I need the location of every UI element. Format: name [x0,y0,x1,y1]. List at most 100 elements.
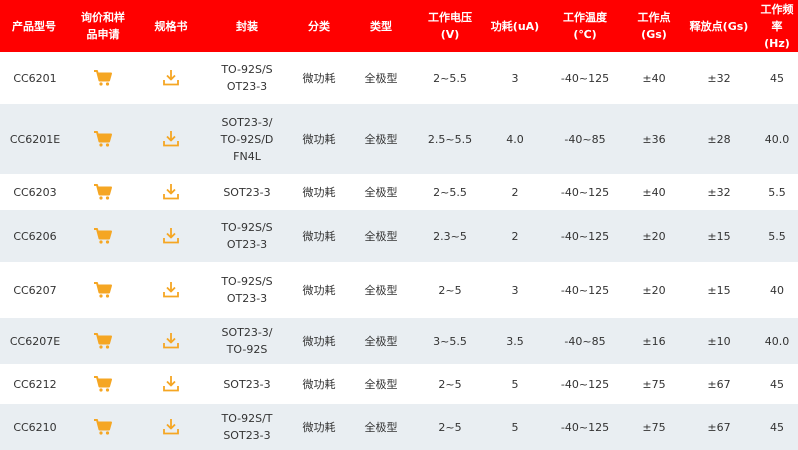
table-row: CC6201E SOT23-3/TO-92S/D FN4L 微功耗 全极型 2.5~5.5… [0,104,798,174]
package-line: TO-92S/D [220,132,274,146]
cell-type: 全极型 [364,71,398,85]
cell-power: 4.0 [506,132,524,146]
cell-model: CC6210 [13,420,57,434]
shopping-cart-icon[interactable] [93,227,113,245]
cell-datasheet [138,364,204,404]
cell-type: 全极型 [364,377,398,391]
cell-datasheet [138,404,204,450]
header-col-datasheet: 规格书 [138,0,204,52]
header-label: 规格书 [154,19,188,33]
cell-inquiry [68,318,138,364]
cell-voltage: 2~5.5 [433,71,467,85]
package-line: OT23-3 [226,292,268,305]
download-icon[interactable] [161,130,181,148]
shopping-cart-icon[interactable] [93,332,113,350]
shopping-cart-icon[interactable] [93,130,113,148]
cell-freq: 40 [770,283,784,297]
cell-category: 微功耗 [302,420,336,434]
cell-inquiry [68,52,138,104]
shopping-cart-icon[interactable] [93,375,113,393]
cell-bop: ±75 [642,377,666,391]
package-line: SOT23-3 [223,429,271,442]
cell-power: 5 [511,420,519,434]
cell-package: TO-92S/S OT23-3 [204,210,290,262]
header-col-inquiry: 询价和样 品申请 [68,0,138,52]
header-label: 类型 [370,19,392,33]
cell-power: 3 [511,71,519,85]
header-label: 询价和样 [81,11,125,24]
table-row: CC6203 SOT23-3 微功耗 全极型 2~5.5 2 -40~125 ±40 ±32 5.… [0,174,798,210]
header-col-voltage: 工作电压 (V) [414,0,486,52]
download-icon[interactable] [161,227,181,245]
cell-freq: 5.5 [768,185,786,199]
cell-datasheet [138,52,204,104]
cell-type: 全极型 [364,334,398,348]
cell-power: 3 [511,283,519,297]
cell-brp: ±67 [707,420,731,434]
table-body: CC6201 TO-92S/S OT23-3 微功耗 全极型 2~5.5 3 -40~125 ±… [0,52,798,450]
shopping-cart-icon[interactable] [93,183,113,201]
cell-brp: ±28 [707,132,731,146]
header-col-freq: 工作频率 (Hz) [756,0,798,52]
cell-power: 5 [511,377,519,391]
header-col-type: 类型 [348,0,414,52]
download-icon[interactable] [161,332,181,350]
cell-type: 全极型 [364,420,398,434]
package-line: FN4L [233,149,261,163]
cell-category: 微功耗 [302,132,336,146]
header-label: 封装 [236,19,258,33]
cell-package: SOT23-3/TO-92S [204,318,290,364]
cell-temp: -40~125 [560,283,610,297]
header-label: 工作电压 [428,11,472,24]
download-icon[interactable] [161,418,181,436]
table-row: CC6210 TO-92S/T SOT23-3 微功耗 全极型 2~5 5 -40~125 ±7… [0,404,798,450]
cell-temp: -40~125 [560,229,610,243]
product-table-container: 产品型号 询价和样 品申请 规格书 封装 分类 类型 工作电压 (V) 功耗(uA) 工作温度 (℃)… [0,0,798,450]
download-icon[interactable] [161,69,181,87]
cell-voltage: 2.5~5.5 [427,132,473,146]
cell-category: 微功耗 [302,334,336,348]
cell-category: 微功耗 [302,283,336,297]
cell-type: 全极型 [364,229,398,243]
cell-package: TO-92S/S OT23-3 [204,52,290,104]
cell-inquiry [68,364,138,404]
shopping-cart-icon[interactable] [93,281,113,299]
cell-freq: 40.0 [764,334,790,348]
download-icon[interactable] [161,183,181,201]
shopping-cart-icon[interactable] [93,418,113,436]
product-table: 产品型号 询价和样 品申请 规格书 封装 分类 类型 工作电压 (V) 功耗(uA) 工作温度 (℃)… [0,0,798,450]
cell-package: SOT23-3 [204,174,290,210]
cell-category: 微功耗 [302,377,336,391]
cell-datasheet [138,210,204,262]
package-line: TO-92S/T [221,412,273,425]
cell-bop: ±40 [642,71,666,85]
cell-voltage: 2~5 [438,420,462,434]
header-label: 释放点(Gs) [689,19,749,33]
header-col-temp: 工作温度 (℃) [544,0,626,52]
package-line: TO-92S/S [221,221,273,234]
cell-inquiry [68,262,138,318]
header-label-line2: (℃) [573,28,597,41]
package-line: SOT23-3 [223,377,271,391]
package-line: TO-92S/S [221,63,273,76]
cell-brp: ±32 [707,71,731,85]
table-row: CC6206 TO-92S/S OT23-3 微功耗 全极型 2.3~5 2 -40~125 ±… [0,210,798,262]
cell-brp: ±15 [707,283,731,297]
cell-freq: 45 [770,377,784,391]
download-icon[interactable] [161,375,181,393]
cell-voltage: 2~5 [438,283,462,297]
cell-type: 全极型 [364,185,398,199]
cell-temp: -40~125 [560,71,610,85]
cell-temp: -40~125 [560,377,610,391]
cell-bop: ±36 [642,132,666,146]
header-label: 工作点(Gs) [637,11,671,41]
cell-model: CC6201E [9,132,61,146]
cell-freq: 5.5 [768,229,786,243]
shopping-cart-icon[interactable] [93,69,113,87]
cell-category: 微功耗 [302,71,336,85]
header-col-power: 功耗(uA) [486,0,544,52]
download-icon[interactable] [161,281,181,299]
header-label: 分类 [308,19,330,33]
cell-datasheet [138,174,204,210]
header-col-category: 分类 [290,0,348,52]
